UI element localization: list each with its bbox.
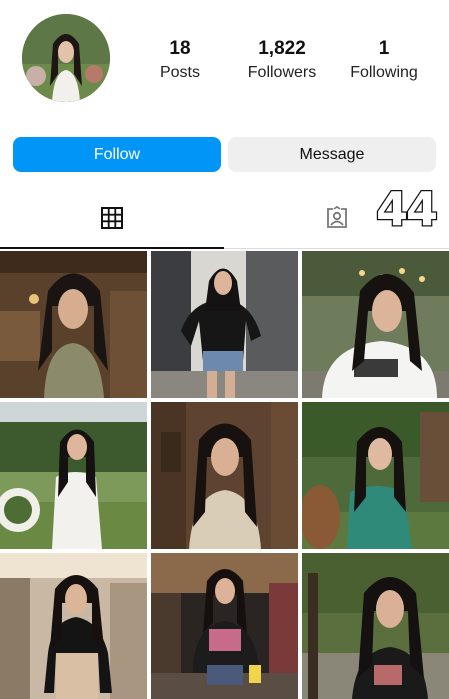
profile-header: 18 Posts 1,822 Followers 1 Following [0,0,449,130]
posts-count: 18 Posts [150,38,210,84]
tagged-person-icon [326,206,347,228]
message-button[interactable]: Message [228,137,436,172]
avatar-image [22,14,110,102]
posts-grid [0,251,449,699]
tab-divider [224,248,449,249]
active-tab-indicator [0,247,224,249]
post-thumbnail[interactable] [0,402,147,549]
post-thumbnail[interactable] [302,251,449,398]
overlay-number: 44 [375,182,440,236]
post-thumbnail[interactable] [302,553,449,699]
followers-count-label: Followers [247,64,317,81]
post-thumbnail[interactable] [151,251,298,398]
post-thumbnail[interactable] [302,402,449,549]
posts-count-label: Posts [159,64,200,81]
post-thumbnail[interactable] [151,402,298,549]
avatar[interactable] [22,14,110,102]
followers-count[interactable]: 1,822 Followers [240,38,324,84]
following-count-label: Following [350,64,418,81]
grid-icon [101,207,123,229]
post-thumbnail[interactable] [151,553,298,699]
post-thumbnail[interactable] [0,251,147,398]
following-count-value: 1 [378,38,390,59]
follow-button[interactable]: Follow [13,137,221,172]
followers-count-value: 1,822 [258,38,306,59]
post-thumbnail[interactable] [0,553,147,699]
tab-grid[interactable] [0,190,224,246]
posts-count-value: 18 [169,38,191,59]
following-count[interactable]: 1 Following [345,38,423,84]
